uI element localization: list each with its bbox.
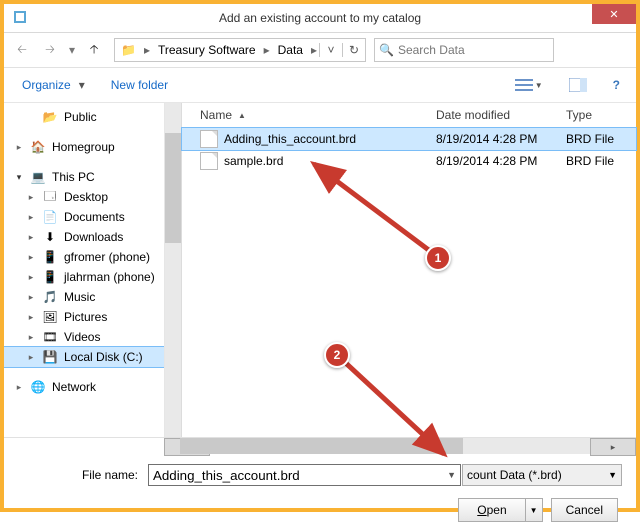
help-button[interactable]: ?	[611, 76, 622, 94]
back-button[interactable]: 🡠	[10, 38, 34, 62]
nav-bar: 🡠 🡢 ▾ 🡡 📁 ▸ Treasury Software ▸ Data ▸ ˅…	[4, 33, 636, 68]
tree-scrollbar[interactable]	[165, 103, 182, 437]
tree-desktop[interactable]: ▸🗔Desktop	[4, 187, 164, 207]
tree-music[interactable]: ▸🎵Music	[4, 287, 164, 307]
filetype-select[interactable]: count Data (*.brd) ▼	[462, 464, 622, 486]
preview-pane-button[interactable]	[567, 76, 589, 94]
refresh-button[interactable]: ↻	[342, 43, 365, 57]
folder-icon: 📁	[115, 43, 142, 57]
cancel-button[interactable]: Cancel	[551, 498, 618, 522]
up-button[interactable]: 🡡	[82, 38, 106, 62]
tree-documents[interactable]: ▸📄Documents	[4, 207, 164, 227]
dialog-body: 📂Public ▸🏠Homegroup ▾💻This PC ▸🗔Desktop …	[4, 103, 636, 437]
col-type[interactable]: Type	[566, 108, 636, 122]
crumb-data[interactable]: Data	[272, 43, 309, 57]
annotation-badge-1: 1	[425, 245, 451, 271]
tree-phone1[interactable]: ▸📱gfromer (phone)	[4, 247, 164, 267]
tree-videos[interactable]: ▸🎞Videos	[4, 327, 164, 347]
tree-thispc[interactable]: ▾💻This PC	[4, 167, 164, 187]
tree-pictures[interactable]: ▸🖼Pictures	[4, 307, 164, 327]
file-list[interactable]: Name▲ Date modified Type Adding_this_acc…	[182, 103, 636, 437]
filename-label: File name:	[18, 468, 142, 482]
hscroll-row: ◂ ▸	[4, 437, 636, 454]
crumb-dropdown[interactable]: ˅	[319, 43, 342, 57]
chevron-down-icon: ▼	[608, 470, 617, 480]
forward-button: 🡢	[38, 38, 62, 62]
scrollbar-thumb[interactable]	[165, 133, 181, 243]
tree-cdrive[interactable]: ▸💾Local Disk (C:)	[4, 347, 164, 367]
close-button[interactable]: ✕	[592, 4, 636, 24]
organize-dropdown-icon[interactable]: ▾	[79, 78, 85, 92]
dialog-window: Add an existing account to my catalog ✕ …	[0, 0, 640, 512]
tree-downloads[interactable]: ▸⬇Downloads	[4, 227, 164, 247]
tree-phone2[interactable]: ▸📱jlahrman (phone)	[4, 267, 164, 287]
file-pane: Name▲ Date modified Type Adding_this_acc…	[164, 103, 636, 437]
view-mode-button[interactable]: ▼	[513, 76, 545, 94]
column-headers[interactable]: Name▲ Date modified Type	[182, 103, 636, 128]
search-input[interactable]: 🔍 Search Data	[374, 38, 554, 62]
app-icon	[12, 9, 28, 25]
file-row[interactable]: sample.brd 8/19/2014 4:28 PM BRD File	[182, 150, 636, 172]
new-folder-button[interactable]: New folder	[107, 76, 172, 94]
horizontal-scrollbar[interactable]: ◂ ▸	[164, 438, 636, 454]
breadcrumb[interactable]: 📁 ▸ Treasury Software ▸ Data ▸ ˅ ↻	[114, 38, 366, 62]
scrollbar-thumb[interactable]	[180, 438, 463, 454]
tree-homegroup[interactable]: ▸🏠Homegroup	[4, 137, 164, 157]
open-button[interactable]: Open ▼	[458, 498, 542, 522]
search-icon: 🔍	[379, 43, 394, 57]
title-bar[interactable]: Add an existing account to my catalog ✕	[4, 4, 636, 33]
scroll-right-button[interactable]: ▸	[590, 438, 636, 456]
filename-input[interactable]	[148, 464, 461, 486]
history-dropdown[interactable]: ▾	[66, 43, 78, 57]
col-date[interactable]: Date modified	[436, 108, 566, 122]
toolbar: Organize ▾ New folder ▼ ?	[4, 68, 636, 103]
dialog-title: Add an existing account to my catalog	[219, 11, 421, 25]
sort-indicator-icon: ▲	[238, 111, 246, 120]
file-row[interactable]: Adding_this_account.brd 8/19/2014 4:28 P…	[182, 128, 636, 150]
crumb-treasury[interactable]: Treasury Software	[152, 43, 262, 57]
nav-tree[interactable]: 📂Public ▸🏠Homegroup ▾💻This PC ▸🗔Desktop …	[4, 103, 164, 437]
tree-public[interactable]: 📂Public	[4, 107, 164, 127]
file-icon	[200, 152, 218, 170]
tree-network[interactable]: ▸🌐Network	[4, 377, 164, 397]
organize-button[interactable]: Organize	[18, 76, 75, 94]
filename-dropdown-icon[interactable]: ▼	[447, 470, 456, 480]
file-icon	[200, 130, 218, 148]
annotation-badge-2: 2	[324, 342, 350, 368]
col-name[interactable]: Name▲	[182, 108, 436, 122]
open-dropdown[interactable]: ▼	[526, 506, 542, 515]
